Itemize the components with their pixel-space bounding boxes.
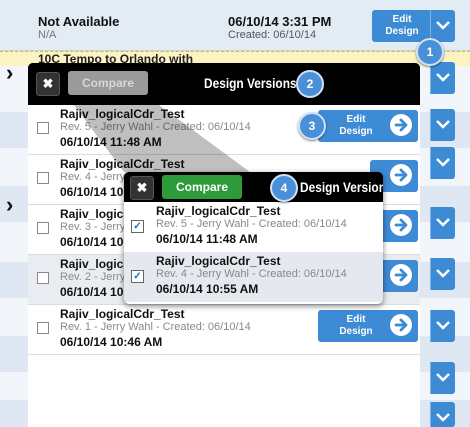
chevron-down-icon[interactable] bbox=[430, 362, 455, 394]
version-meta: Rev. 5 - Jerry Wahl - Created: 06/10/14 bbox=[60, 121, 251, 133]
version-date: 06/10/14 10:46 AM bbox=[60, 335, 163, 349]
chevron-down-icon[interactable] bbox=[430, 207, 455, 239]
select-checkbox[interactable] bbox=[37, 272, 49, 284]
item-title: Not Available bbox=[38, 14, 120, 29]
select-checkbox[interactable]: ✓ bbox=[131, 270, 144, 283]
select-checkbox[interactable] bbox=[37, 322, 49, 334]
popup-title: Design Versions bbox=[204, 75, 297, 91]
chevron-down-icon[interactable] bbox=[430, 402, 455, 427]
version-name: Rajiv_logicalCdr_Test bbox=[156, 204, 281, 218]
step-callout: 2 bbox=[296, 70, 324, 98]
item-subtitle: N/A bbox=[38, 29, 57, 41]
select-checkbox[interactable] bbox=[37, 172, 49, 184]
chevron-down-icon[interactable] bbox=[430, 10, 455, 42]
close-icon[interactable]: ✖ bbox=[36, 72, 60, 96]
step-callout: 4 bbox=[270, 174, 298, 202]
chevron-down-icon[interactable] bbox=[430, 109, 455, 141]
compare-button[interactable]: Compare bbox=[162, 175, 242, 199]
chevron-down-icon[interactable] bbox=[430, 147, 455, 179]
popup-title: Design Versions bbox=[300, 179, 383, 195]
version-meta: Rev. 5 - Jerry Wahl - Created: 06/10/14 bbox=[156, 218, 347, 230]
version-date: 06/10/14 11:48 AM bbox=[60, 135, 162, 149]
popup-header: ✖ Compare Design Versions bbox=[28, 63, 420, 105]
select-checkbox[interactable] bbox=[37, 222, 49, 234]
version-name: Rajiv_logicalCdr_Test bbox=[60, 107, 185, 121]
item-date: 06/10/14 3:31 PM bbox=[228, 14, 332, 29]
version-date: 06/10/14 11:48 AM bbox=[156, 232, 258, 246]
chevron-down-icon[interactable] bbox=[430, 62, 455, 94]
close-icon[interactable]: ✖ bbox=[130, 176, 154, 200]
chevron-down-icon[interactable] bbox=[430, 310, 455, 342]
arrow-right-circle-icon bbox=[390, 114, 412, 136]
chevron-right-icon[interactable]: › bbox=[6, 192, 13, 218]
select-checkbox[interactable]: ✓ bbox=[131, 220, 144, 233]
step-callout: 1 bbox=[416, 38, 444, 66]
step-callout: 3 bbox=[298, 112, 326, 140]
list-item[interactable]: ✓ Rajiv_logicalCdr_Test Rev. 5 - Jerry W… bbox=[124, 202, 383, 252]
edit-design-button[interactable]: Edit Design bbox=[318, 110, 418, 142]
arrow-right-circle-icon bbox=[390, 164, 412, 186]
chevron-right-icon[interactable]: › bbox=[6, 60, 13, 86]
version-meta: Rev. 4 - Jerry Wahl - Created: 06/10/14 bbox=[156, 268, 347, 280]
arrow-right-circle-icon bbox=[390, 264, 412, 286]
version-name: Rajiv_logicalCdr_Test bbox=[156, 254, 281, 268]
divider bbox=[28, 354, 420, 355]
arrow-right-circle-icon bbox=[390, 314, 412, 336]
version-meta: Rev. 1 - Jerry Wahl - Created: 06/10/14 bbox=[60, 321, 251, 333]
arrow-right-circle-icon bbox=[390, 214, 412, 236]
list-item[interactable]: ✓ Rajiv_logicalCdr_Test Rev. 4 - Jerry W… bbox=[124, 252, 383, 302]
select-checkbox[interactable] bbox=[37, 122, 49, 134]
compare-button[interactable]: Compare bbox=[68, 71, 148, 95]
version-date: 06/10/14 10:55 AM bbox=[156, 282, 259, 296]
version-name: Rajiv_logicalCdr_Test bbox=[60, 157, 185, 171]
compare-popup: ✖ Compare Design Versions ✓ Rajiv_logica… bbox=[124, 172, 383, 304]
edit-design-button[interactable]: Edit Design bbox=[372, 10, 432, 42]
version-name: Rajiv_logicalCdr_Test bbox=[60, 307, 185, 321]
versions-list: ✓ Rajiv_logicalCdr_Test Rev. 5 - Jerry W… bbox=[124, 202, 383, 304]
item-created: Created: 06/10/14 bbox=[228, 29, 317, 41]
chevron-down-icon[interactable] bbox=[430, 258, 455, 290]
edit-design-button[interactable]: Edit Design bbox=[318, 310, 418, 342]
